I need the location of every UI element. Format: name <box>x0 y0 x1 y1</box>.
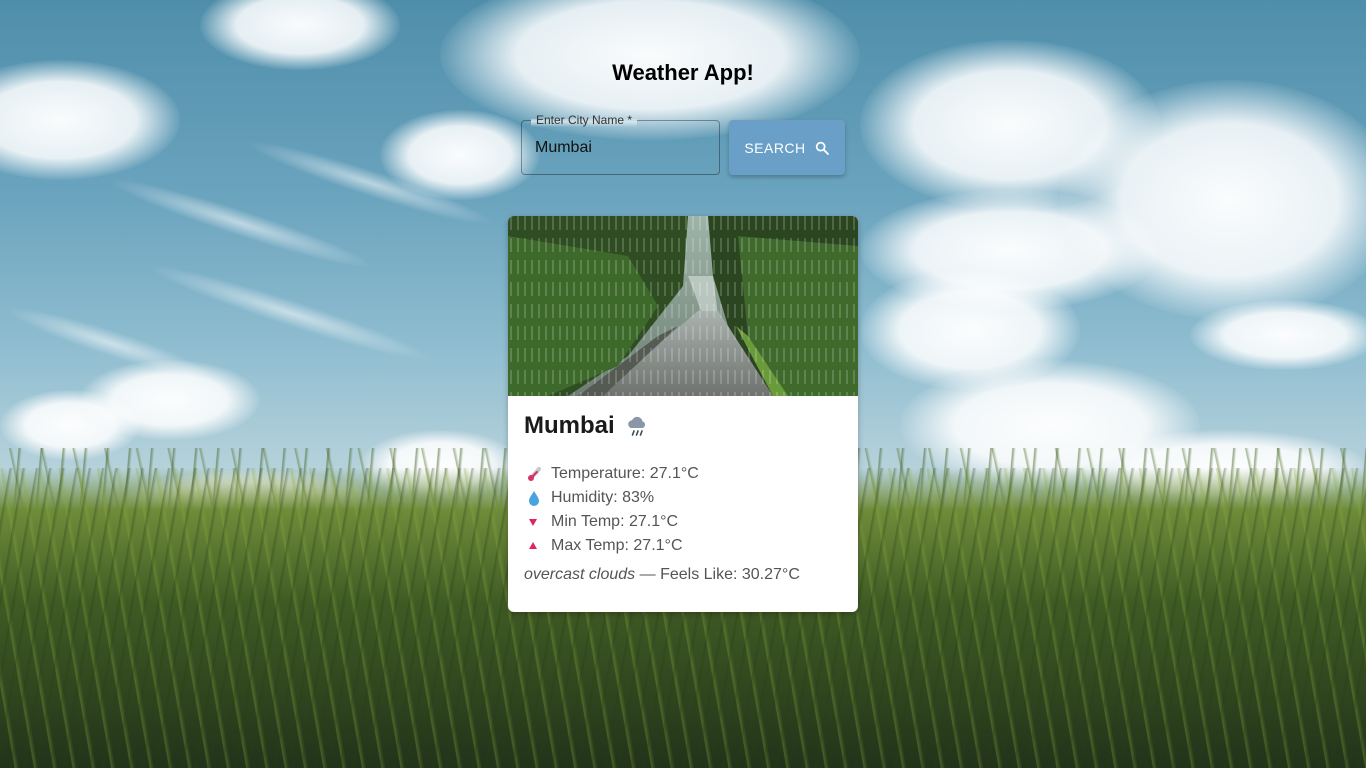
feels-like-text: — Feels Like: 30.27°C <box>635 566 800 583</box>
down-triangle-icon <box>527 516 549 528</box>
search-button-label: SEARCH <box>744 139 806 156</box>
thermometer-icon <box>527 466 549 482</box>
app-title: Weather App! <box>612 60 754 85</box>
city-input[interactable] <box>522 121 719 174</box>
up-triangle-icon <box>527 540 549 552</box>
droplet-icon <box>527 490 549 506</box>
stat-text: Min Temp: 27.1°C <box>551 513 679 530</box>
stat-text: Temperature: 27.1°C <box>551 465 699 482</box>
city-field[interactable]: Enter City Name * <box>521 113 720 175</box>
search-button[interactable]: SEARCH <box>729 120 845 175</box>
stat-temperature: Temperature: 27.1°C <box>524 462 842 486</box>
weather-description: overcast clouds — Feels Like: 30.27°C <box>524 566 842 584</box>
stat-max-temp: Max Temp: 27.1°C <box>524 534 842 558</box>
stat-text: Humidity: 83% <box>551 489 655 506</box>
stat-min-temp: Min Temp: 27.1°C <box>524 510 842 534</box>
city-name: Mumbai <box>524 412 615 439</box>
stat-text: Max Temp: 27.1°C <box>551 537 683 554</box>
stat-humidity: Humidity: 83% <box>524 486 842 510</box>
rainy-road-forest-image <box>508 216 858 396</box>
condition-text: overcast clouds <box>524 566 636 583</box>
weather-card: Mumbai Temperature: 27.1°C Humidity: 83%… <box>508 216 858 612</box>
search-form: Enter City Name * SEARCH <box>521 113 845 175</box>
rain-cloud-icon <box>627 416 645 436</box>
search-icon <box>815 141 829 155</box>
